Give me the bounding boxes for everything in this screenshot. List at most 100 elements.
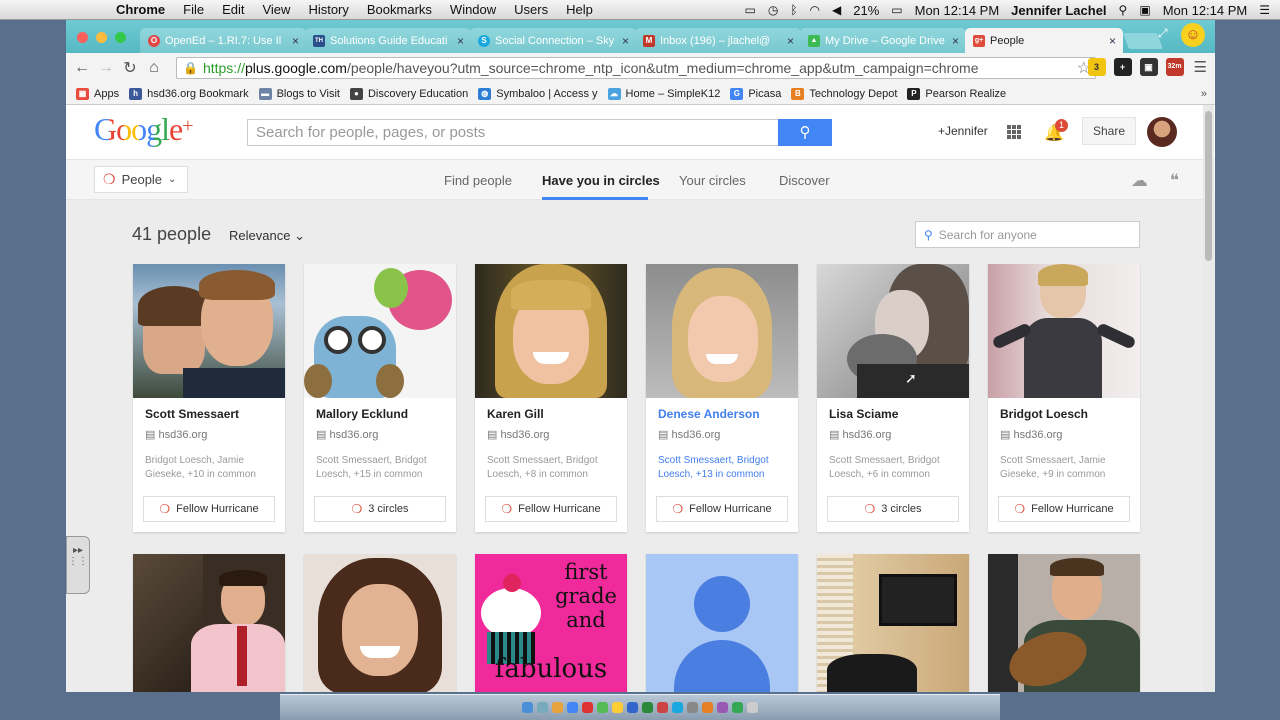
bookmark-technology-depot[interactable]: B Technology Depot [791, 87, 897, 100]
circle-status-button[interactable]: ❍ Fellow Hurricane [143, 496, 275, 522]
menubar-user[interactable]: Jennifer Lachel [1011, 3, 1106, 18]
people-in-common[interactable]: Scott Smessaert, Jamie Gieseke, +9 in co… [1000, 454, 1130, 482]
circle-status-button[interactable]: ❍ Fellow Hurricane [998, 496, 1130, 522]
sidebar-drawer-handle[interactable]: ▸▸ ⋮⋮ [66, 536, 90, 594]
menubar-clock[interactable]: Mon 12:14 PM [915, 3, 1000, 18]
people-settings-icon[interactable]: ☁ [1131, 171, 1148, 191]
close-tab-icon[interactable]: × [952, 34, 959, 48]
tab-opened[interactable]: O OpenEd – 1.RI.7: Use Il × [140, 28, 306, 53]
menu-window[interactable]: Window [450, 2, 496, 17]
finder-icon[interactable] [522, 702, 533, 713]
skype-icon[interactable] [672, 702, 683, 713]
calendar-app-icon[interactable] [582, 702, 593, 713]
menu-file[interactable]: File [183, 2, 204, 17]
person-name[interactable]: Lisa Sciame [829, 407, 898, 421]
person-name[interactable]: Mallory Ecklund [316, 407, 408, 421]
excel-icon[interactable] [642, 702, 653, 713]
notification-center-icon[interactable]: ☰ [1259, 3, 1270, 17]
sort-dropdown[interactable]: Relevance ⌄ [229, 228, 305, 244]
volume-icon[interactable]: ◀ [832, 3, 841, 17]
app-icon[interactable] [702, 702, 713, 713]
search-button[interactable]: ⚲ [778, 119, 832, 146]
back-arrow-icon[interactable]: ← [70, 59, 94, 77]
trash-icon[interactable] [747, 702, 758, 713]
google-plus-logo[interactable]: Google+ [94, 111, 194, 148]
bookmark-discovery[interactable]: ● Discovery Education [349, 87, 468, 100]
extension-timer-icon[interactable]: 32m [1165, 58, 1184, 76]
people-in-common[interactable]: Scott Smessaert, Bridgot Loesch, +15 in … [316, 454, 446, 482]
profile-photo[interactable] [133, 264, 285, 398]
tab-inbox[interactable]: M Inbox (196) – jlachel@ × [635, 28, 801, 53]
bluetooth-icon[interactable]: ᛒ [790, 3, 797, 17]
person-card-row2-4[interactable] [646, 554, 798, 692]
new-tab-button[interactable] [1123, 33, 1163, 49]
menu-view[interactable]: View [262, 2, 290, 17]
person-card-row2-6[interactable] [988, 554, 1140, 692]
circle-status-button[interactable]: ❍ Fellow Hurricane [485, 496, 617, 522]
extension-badge-icon[interactable]: 3 [1087, 58, 1106, 76]
close-window-button[interactable] [77, 32, 88, 43]
app-icon[interactable] [732, 702, 743, 713]
people-in-common[interactable]: Bridgot Loesch, Jamie Gieseke, +10 in co… [145, 454, 275, 482]
bookmark-picasa[interactable]: G Picasa [730, 87, 781, 100]
fullscreen-icon[interactable]: ⤢ [1158, 26, 1168, 41]
notes-icon[interactable] [612, 702, 623, 713]
tab-solutions-guide[interactable]: TH Solutions Guide Educati × [305, 28, 471, 53]
menu-edit[interactable]: Edit [222, 2, 244, 17]
forward-arrow-icon[interactable]: → [94, 59, 118, 77]
profile-photo[interactable] [304, 264, 456, 398]
person-card-denese-anderson[interactable]: Denese Anderson ▤ hsd36.org Scott Smessa… [646, 264, 798, 532]
person-card-bridgot-loesch[interactable]: Bridgot Loesch ▤ hsd36.org Scott Smessae… [988, 264, 1140, 532]
tab-people[interactable]: g+ People × [965, 28, 1123, 53]
profile-name-link[interactable]: +Jennifer [938, 124, 988, 138]
profile-photo[interactable] [646, 264, 798, 398]
tab-social-connection[interactable]: S Social Connection – Sky × [470, 28, 636, 53]
person-card-row2-2[interactable] [304, 554, 456, 692]
extension-screen-icon[interactable]: ▣ [1139, 58, 1158, 76]
search-input[interactable]: Search for people, pages, or posts [247, 119, 779, 146]
bookmark-symbaloo[interactable]: ◍ Symbaloo | Access y [478, 87, 598, 100]
menu-history[interactable]: History [308, 2, 348, 17]
profile-photo[interactable] [988, 264, 1140, 398]
zoom-window-button[interactable] [115, 32, 126, 43]
chrome-icon[interactable] [567, 702, 578, 713]
launchpad-icon[interactable] [537, 702, 548, 713]
close-tab-icon[interactable]: × [457, 34, 464, 48]
profile-photo[interactable] [475, 264, 627, 398]
tab-find-people[interactable]: Find people [444, 173, 512, 188]
menu-app[interactable]: Chrome [116, 2, 165, 17]
person-name[interactable]: Bridgot Loesch [1000, 407, 1088, 421]
menu-users[interactable]: Users [514, 2, 548, 17]
system-preferences-icon[interactable] [687, 702, 698, 713]
people-in-common[interactable]: Scott Smessaert, Bridgot Loesch, +13 in … [658, 454, 788, 482]
person-card-mallory-ecklund[interactable]: Mallory Ecklund ▤ hsd36.org Scott Smessa… [304, 264, 456, 532]
people-dropdown[interactable]: ❍ People ⌄ [94, 166, 188, 193]
powerpoint-icon[interactable] [657, 702, 668, 713]
bookmark-simplek12[interactable]: ☁ Home – SimpleK12 [607, 87, 720, 100]
bookmark-apps[interactable]: ▦ Apps [76, 87, 119, 100]
circle-status-button[interactable]: ❍ 3 circles [827, 496, 959, 522]
chrome-menu-icon[interactable]: ☰ [1194, 58, 1207, 76]
close-tab-icon[interactable]: × [292, 34, 299, 48]
apps-grid-icon[interactable] [1007, 125, 1021, 139]
minimize-window-button[interactable] [96, 32, 107, 43]
menu-help[interactable]: Help [566, 2, 593, 17]
person-name[interactable]: Denese Anderson [658, 407, 760, 421]
search-anyone-input[interactable]: ⚲ Search for anyone [915, 221, 1140, 248]
person-name[interactable]: Scott Smessaert [145, 407, 239, 421]
extension-plus-icon[interactable]: + [1113, 58, 1132, 76]
word-icon[interactable] [627, 702, 638, 713]
person-card-lisa-sciame[interactable]: ➚ Lisa Sciame ▤ hsd36.org Scott Smessaer… [817, 264, 969, 532]
wifi-icon[interactable]: ◠ [810, 3, 820, 17]
menu-bookmarks[interactable]: Bookmarks [367, 2, 432, 17]
more-bookmarks-icon[interactable]: » [1201, 88, 1207, 100]
scrollbar-thumb[interactable] [1205, 111, 1212, 261]
person-name[interactable]: Karen Gill [487, 407, 544, 421]
airplay-icon[interactable]: ▭ [745, 3, 756, 17]
tab-your-circles[interactable]: Your circles [679, 173, 746, 188]
people-in-common[interactable]: Scott Smessaert, Bridgot Loesch, +6 in c… [829, 454, 959, 482]
person-card-row2-3[interactable]: first grade and fabulous [475, 554, 627, 692]
person-card-karen-gill[interactable]: Karen Gill ▤ hsd36.org Scott Smessaert, … [475, 264, 627, 532]
messages-icon[interactable] [597, 702, 608, 713]
close-tab-icon[interactable]: × [1109, 34, 1116, 48]
